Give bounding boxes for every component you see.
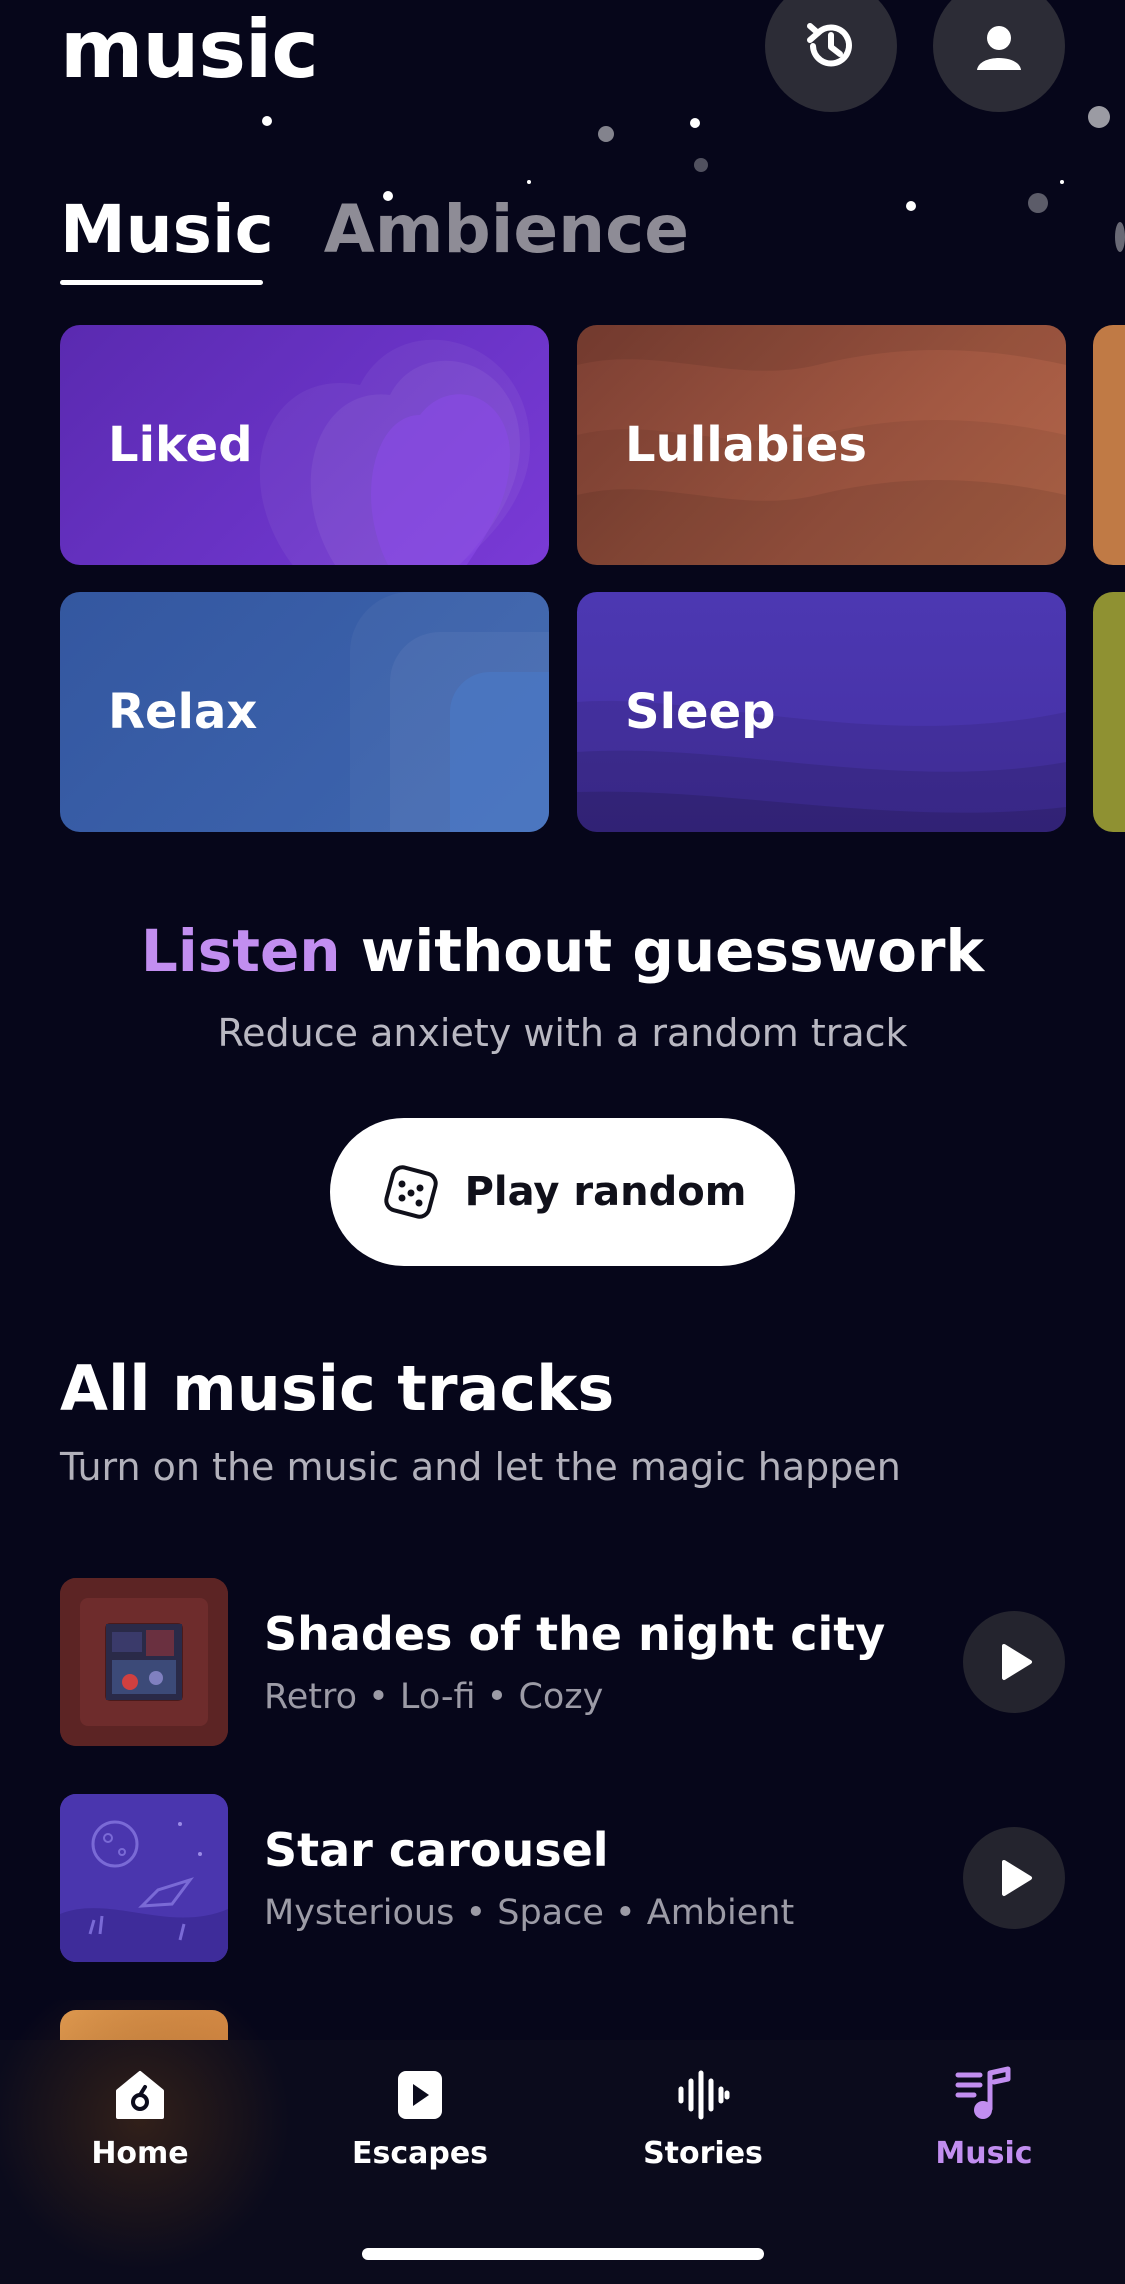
category-label: Sleep [625, 684, 776, 740]
play-random-label: Play random [464, 1169, 747, 1215]
home-icon [116, 2071, 164, 2119]
category-card-partial[interactable] [1093, 592, 1125, 832]
nav-label: Music [935, 2136, 1033, 2171]
tab-music[interactable]: Music [60, 190, 274, 270]
track-title: Star carousel [264, 1823, 609, 1877]
nav-item-escapes[interactable]: Escapes [320, 2060, 520, 2171]
category-label: Relax [108, 684, 258, 740]
music-note-icon [955, 2066, 1011, 2119]
profile-icon [977, 26, 1021, 70]
play-square-icon [398, 2071, 442, 2119]
play-icon [1002, 1644, 1032, 1680]
promo-title: Listen without guesswork [0, 915, 1125, 987]
track-row[interactable]: Shades of the night city Retro • Lo-fi •… [60, 1578, 1065, 1746]
track-tags: Mysterious • Space • Ambient [264, 1893, 795, 1933]
play-track-button[interactable] [963, 1611, 1065, 1713]
nav-label: Escapes [351, 2136, 489, 2171]
play-random-button[interactable]: Play random [330, 1118, 795, 1266]
track-tags: Retro • Lo-fi • Cozy [264, 1677, 604, 1717]
category-card-sleep[interactable]: Sleep [577, 592, 1066, 832]
play-icon [1002, 1860, 1032, 1896]
track-cover [60, 1578, 228, 1746]
music-screen: music Music Ambience Liked Lullabies Rel… [0, 0, 1125, 2284]
nav-item-home[interactable]: Home [40, 2060, 240, 2171]
star-decoration [598, 126, 614, 142]
star-decoration [1115, 222, 1125, 252]
star-decoration [262, 116, 272, 126]
track-cover [60, 1794, 228, 1962]
nav-label: Home [91, 2136, 189, 2171]
promo-subtitle: Reduce anxiety with a random track [217, 1011, 908, 1055]
play-track-button[interactable] [963, 1827, 1065, 1929]
category-label: Liked [108, 417, 253, 473]
category-card-lullabies[interactable]: Lullabies [577, 325, 1066, 565]
star-decoration [527, 180, 531, 184]
track-cover-art [60, 1578, 228, 1746]
nav-item-stories[interactable]: Stories [603, 2060, 803, 2171]
track-title: Shades of the night city [264, 1607, 886, 1661]
section-subtitle: Turn on the music and let the magic happ… [60, 1445, 901, 1489]
content-tabs: Music Ambience [60, 190, 689, 270]
category-label: Lullabies [625, 417, 867, 473]
tab-ambience[interactable]: Ambience [324, 190, 689, 270]
star-decoration [694, 158, 708, 172]
profile-button[interactable] [933, 0, 1065, 112]
home-indicator[interactable] [362, 2248, 764, 2260]
star-decoration [906, 201, 916, 211]
promo-title-rest: without guesswork [360, 917, 985, 985]
dice-icon [383, 1165, 438, 1219]
category-card-liked[interactable]: Liked [60, 325, 549, 565]
star-decoration [1028, 193, 1048, 213]
history-button[interactable] [765, 0, 897, 112]
category-card-relax[interactable]: Relax [60, 592, 549, 832]
category-card-partial[interactable] [1093, 325, 1125, 565]
star-decoration [1088, 106, 1110, 128]
active-tab-indicator [60, 280, 263, 285]
nav-item-music[interactable]: Music [884, 2060, 1084, 2171]
waveform-icon [678, 2070, 730, 2120]
track-row[interactable]: Star carousel Mysterious • Space • Ambie… [60, 1794, 1065, 1962]
track-cover-art [60, 1794, 228, 1962]
promo-title-accent: Listen [140, 917, 341, 985]
app-title: music [60, 3, 319, 96]
history-icon [807, 23, 852, 67]
star-decoration [1060, 180, 1064, 184]
section-title: All music tracks [60, 1352, 615, 1425]
star-decoration [690, 118, 700, 128]
nav-label: Stories [643, 2136, 763, 2171]
